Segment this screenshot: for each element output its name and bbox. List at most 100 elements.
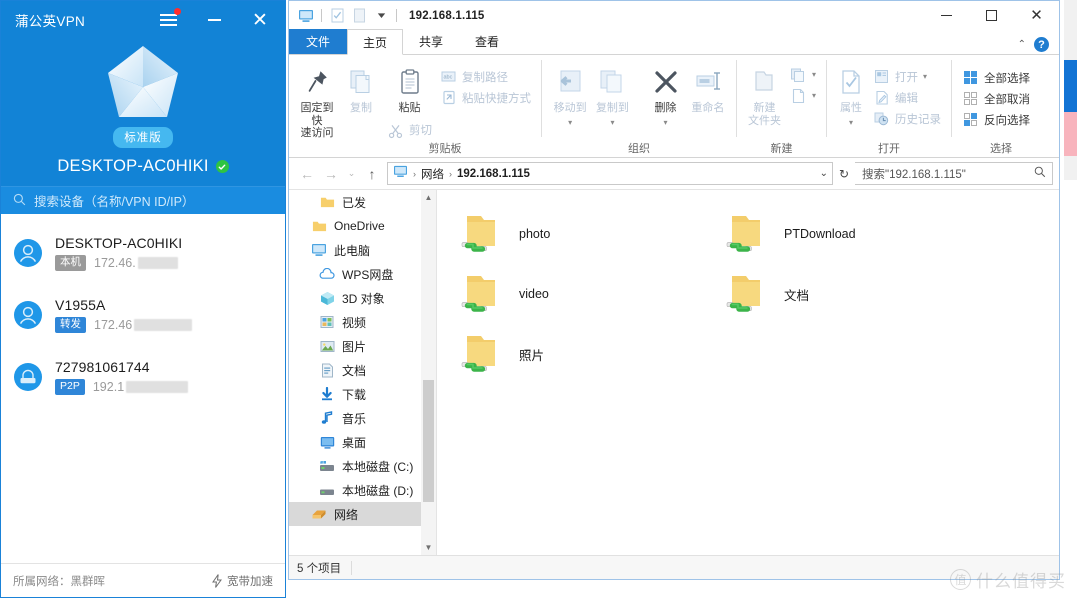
sidebar-item-computer[interactable]: 此电脑 [289,238,436,262]
vpn-minimize-button[interactable] [191,3,237,37]
history-button[interactable]: 历史记录 [870,109,944,128]
properties-icon[interactable] [326,5,348,27]
vpn-close-button[interactable]: ✕ [237,3,283,37]
vpn-menu-button[interactable] [145,3,191,37]
chevron-down-icon[interactable]: ▾ [812,70,816,79]
new-folder-button[interactable]: 新建 文件夹 [744,61,785,127]
copy-icon [347,65,375,99]
hamburger-icon [159,14,177,26]
chevron-down-icon[interactable]: ▾ [923,72,927,81]
select-none-button[interactable]: 全部取消 [959,89,1033,108]
sidebar-item-network[interactable]: 网络 [289,502,436,526]
sidebar-item-cloud[interactable]: WPS网盘 [289,262,436,286]
back-button[interactable]: ← [295,162,319,186]
vpn-search-bar[interactable]: 搜索设备（名称/VPN ID/IP） [1,186,285,214]
vpn-window-controls: ✕ [145,3,283,37]
tab-file[interactable]: 文件 [289,29,347,54]
refresh-button[interactable]: ↻ [833,162,855,186]
forward-button[interactable]: → [319,162,343,186]
paste-button[interactable]: 粘贴 剪切 [384,61,435,141]
copy-path-button[interactable]: abc 复制路径 [437,67,534,86]
invert-selection-button[interactable]: 反向选择 [959,110,1033,129]
help-icon[interactable]: ? [1034,37,1049,52]
list-item[interactable]: DESKTOP-AC0HIKI 本机 172.46. [1,222,285,284]
sidebar-item-folder[interactable]: OneDrive [289,214,436,238]
list-item[interactable]: 727981061744 P2P 192.1 [1,346,285,408]
scroll-up-icon[interactable]: ▲ [421,190,436,205]
collapse-ribbon-icon[interactable]: ⌃ [1018,39,1026,50]
move-to-button[interactable]: 移动到 ▾ [549,61,591,127]
easy-access-button[interactable]: ▾ [787,86,819,105]
redacted-ip-mask [137,257,178,269]
ribbon-group-label: 新建 [770,143,793,155]
list-item[interactable]: 文档 [724,264,989,324]
redacted-ip-mask [134,319,193,331]
select-all-button[interactable]: 全部选择 [959,68,1033,87]
chevron-down-icon[interactable]: ▾ [664,118,668,127]
sidebar-item-documents[interactable]: 文档 [289,358,436,382]
list-item[interactable]: photo [459,204,724,264]
new-folder-icon[interactable] [348,5,370,27]
properties-button[interactable]: 属性 ▾ [834,61,868,127]
sidebar-item-music[interactable]: 音乐 [289,406,436,430]
search-input[interactable]: 搜索"192.168.1.115" [855,162,1053,185]
computer-icon[interactable] [295,5,317,27]
pin-to-quick-access-button[interactable]: 固定到快 速访问 [296,61,338,140]
recent-locations-button[interactable]: ⌄ [343,162,360,186]
vpn-search-input[interactable]: 搜索设备（名称/VPN ID/IP） [34,191,194,210]
sidebar-item-drive[interactable]: 本地磁盘 (D:) [289,478,436,502]
explorer-maximize-button[interactable] [969,1,1014,30]
network-icon [311,506,327,522]
address-bar[interactable]: › 网络 › 192.168.1.115 ⌄ [387,162,833,185]
sidebar-item-folder[interactable]: 已发 [289,190,436,214]
rename-button[interactable]: 重命名 [687,61,729,115]
explorer-close-button[interactable]: ✕ [1014,1,1059,30]
explorer-minimize-button[interactable] [924,1,969,30]
open-button[interactable]: 打开 ▾ [870,67,944,86]
sidebar-item-label: 网络 [334,507,359,522]
status-badge: P2P [55,379,85,395]
file-list-pane[interactable]: photo PTDownload video 文档 照片 [437,190,1059,555]
new-folder-label: 新建 文件夹 [747,102,781,127]
new-item-button[interactable]: ▾ [787,65,819,84]
chevron-down-icon[interactable]: ▾ [610,118,614,127]
delete-button[interactable]: 删除 ▾ [644,61,686,127]
broadband-accelerate-button[interactable]: 宽带加速 [212,573,273,589]
tab-view[interactable]: 查看 [459,29,515,54]
lightning-icon [212,573,222,588]
chevron-down-icon[interactable]: ▾ [812,91,816,100]
up-button[interactable]: ↑ [360,162,384,186]
breadcrumb-host[interactable]: 192.168.1.115 [457,168,530,180]
address-dropdown-icon[interactable]: ⌄ [820,168,828,179]
breadcrumb-network[interactable]: 网络 [421,166,444,182]
chevron-down-icon[interactable]: ▾ [849,118,853,127]
copy-button[interactable]: 复制 [340,61,382,115]
minimize-icon [941,15,952,16]
scroll-down-icon[interactable]: ▼ [421,540,436,555]
nav-scrollbar[interactable]: ▲ ▼ [421,190,436,555]
scrollbar-thumb[interactable] [423,380,434,502]
list-item[interactable]: V1955A 转发 172.46 [1,284,285,346]
sidebar-item-pictures[interactable]: 图片 [289,334,436,358]
tab-home[interactable]: 主页 [347,29,403,55]
list-item[interactable]: PTDownload [724,204,989,264]
edge-highlight [1064,112,1077,156]
copy-to-button[interactable]: 复制到 ▾ [591,61,633,127]
customize-caret-icon[interactable] [370,5,392,27]
user-avatar-icon [13,300,43,330]
sidebar-item-downloads[interactable]: 下载 [289,382,436,406]
paste-shortcut-button[interactable]: 粘贴快捷方式 [437,88,534,107]
edge-track [1064,156,1077,180]
sidebar-item-desktop[interactable]: 桌面 [289,430,436,454]
3d-objects-icon [319,290,335,306]
edit-button[interactable]: 编辑 [870,88,944,107]
sidebar-item-system-drive[interactable]: 本地磁盘 (C:) [289,454,436,478]
tab-share[interactable]: 共享 [403,29,459,54]
cut-button[interactable]: 剪切 [384,122,435,141]
sidebar-item-videos[interactable]: 视频 [289,310,436,334]
list-item[interactable]: video [459,264,724,324]
sidebar-item-3d-objects[interactable]: 3D 对象 [289,286,436,310]
edge-scrollbar-thumb[interactable] [1064,60,1077,112]
list-item[interactable]: 照片 [459,324,724,384]
chevron-down-icon[interactable]: ▾ [568,118,572,127]
